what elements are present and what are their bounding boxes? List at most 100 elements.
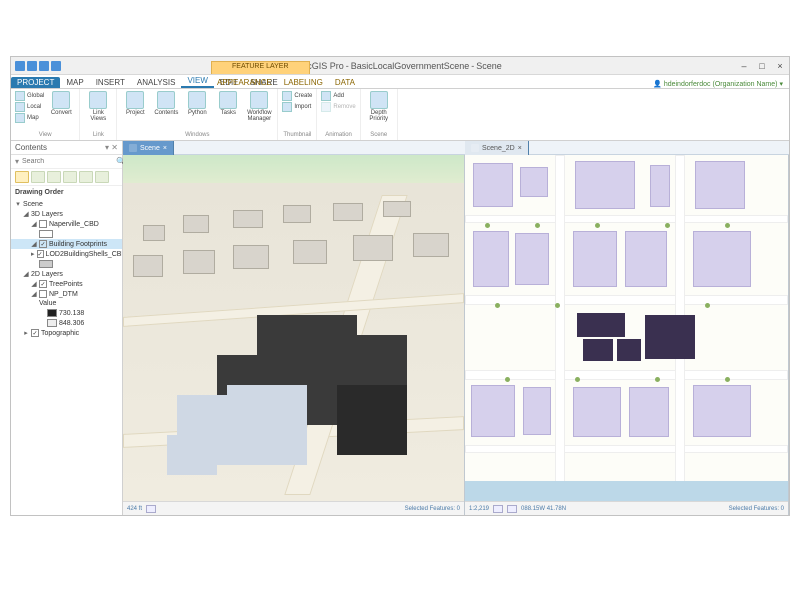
tab-map[interactable]: MAP [60,77,89,88]
qat-undo-icon[interactable] [27,61,37,71]
checkbox-icon [39,290,47,298]
map-icon [15,113,25,123]
cube-icon [15,102,25,112]
toc-lod2[interactable]: ▸✓LOD2BuildingShells_CBD [11,249,122,259]
tab-insert[interactable]: INSERT [90,77,131,88]
toc-toolbar [11,169,122,186]
tasks-button[interactable]: Tasks [214,91,242,116]
toc-naperville[interactable]: ◢Naperville_CBD [11,219,122,229]
map-view[interactable]: 1:2,219 088.15W 41.78N Selected Features… [465,155,789,515]
contents-header: Contents ▾ ✕ [11,141,122,155]
convert-button[interactable]: Convert [47,91,75,116]
checkbox-icon: ✓ [39,240,47,248]
depth-icon [370,91,388,109]
python-button[interactable]: Python [183,91,211,116]
toc-footprints[interactable]: ◢✓Building Footprints [11,239,122,249]
close-icon[interactable]: × [518,145,522,152]
global-button[interactable]: Global [15,91,44,101]
views-area: Scene × Scene_2D × [123,141,789,515]
nav-icon[interactable] [146,505,156,513]
import-icon [282,102,292,112]
scene-view[interactable]: 424 ft Selected Features: 0 [123,155,465,515]
list-source-button[interactable] [31,171,45,183]
list-labeling-button[interactable] [95,171,109,183]
list-drawing-order-button[interactable] [15,171,29,183]
python-icon [188,91,206,109]
scene-statusbar: 424 ft Selected Features: 0 [123,501,464,515]
contents-search-row: ▾ 🔍 [11,155,122,169]
toc-treepoints[interactable]: ◢✓TreePoints [11,279,122,289]
toc-dtm[interactable]: ◢NP_DTM [11,289,122,299]
map-statusbar: 1:2,219 088.15W 41.78N Selected Features… [465,501,788,515]
scale-3d[interactable]: 424 ft [127,506,142,512]
link-views-button[interactable]: Link Views [84,91,112,122]
create-thumbnail-button[interactable]: Create [282,91,312,101]
tab-appearance[interactable]: APPEARANCE [211,77,278,88]
workflow-button[interactable]: Workflow Manager [245,91,273,122]
scale-2d[interactable]: 1:2,219 [469,506,489,512]
view-tabstrip: Scene × Scene_2D × [123,141,789,155]
list-snapping-button[interactable] [79,171,93,183]
checkbox-icon [39,220,47,228]
toc-scene[interactable]: ▾Scene [11,199,122,209]
checkbox-icon: ✓ [39,280,47,288]
anim-remove-button[interactable]: Remove [321,102,355,112]
remove-icon [321,102,331,112]
list-editing-button[interactable] [63,171,77,183]
list-selection-button[interactable] [47,171,61,183]
contents-pane: Contents ▾ ✕ ▾ 🔍 Drawing Order ▾Scene ◢3… [11,141,123,515]
view-tab-scene2d[interactable]: Scene_2D × [465,141,529,155]
selected-features-3d: Selected Features: 0 [405,506,460,512]
minimize-button[interactable]: – [735,59,753,73]
qat-save-icon[interactable] [15,61,25,71]
anim-add-button[interactable]: Add [321,91,355,101]
toc-naperville-symbol[interactable] [11,229,122,239]
scene-canvas[interactable] [123,155,464,501]
toc-2d-layers[interactable]: ◢2D Layers [11,269,122,279]
close-button[interactable]: × [771,59,789,73]
app-window: ArcGIS Pro - BasicLocalGovernmentScene -… [10,56,790,516]
coords-2d: 088.15W 41.78N [521,506,566,512]
tab-view[interactable]: VIEW [181,75,213,88]
project-pane-button[interactable]: Project [121,91,149,116]
tab-data[interactable]: DATA [329,77,361,88]
titlebar: ArcGIS Pro - BasicLocalGovernmentScene -… [11,57,789,75]
contents-pane-button[interactable]: Contents [152,91,180,116]
filter-icon[interactable]: ▾ [15,157,19,166]
person-icon: 👤 [653,80,662,88]
tab-labeling[interactable]: LABELING [278,77,329,88]
project-name: BasicLocalGovernmentScene [351,61,470,71]
toc-topographic[interactable]: ▸✓Topographic [11,328,122,338]
maximize-button[interactable]: □ [753,59,771,73]
depth-priority-button[interactable]: Depth Priority [365,91,393,122]
pane-header-buttons[interactable]: ▾ ✕ [105,143,118,152]
map-button[interactable]: Map [15,113,44,123]
ribbon-tabs: PROJECT MAP INSERT ANALYSIS VIEW EDIT SH… [11,75,789,89]
views-body: 424 ft Selected Features: 0 [123,155,789,515]
local-button[interactable]: Local [15,102,44,112]
toc-dtm-value: Value [11,299,122,308]
convert-icon [52,91,70,109]
map-icon [471,144,479,152]
scene-icon [129,144,137,152]
contents-search-input[interactable] [22,158,113,165]
map-canvas[interactable] [465,155,788,501]
constraint-icon[interactable] [493,505,503,513]
qat-more-icon[interactable] [51,61,61,71]
view-tab-scene[interactable]: Scene × [123,141,174,155]
active-view-name: Scene [476,61,502,71]
checkbox-icon: ✓ [31,329,39,337]
snap-icon[interactable] [507,505,517,513]
import-thumbnail-button[interactable]: Import [282,102,312,112]
tab-analysis[interactable]: ANALYSIS [131,77,182,88]
drawing-order-title: Drawing Order [11,186,122,199]
qat-redo-icon[interactable] [39,61,49,71]
user-signin[interactable]: 👤 hdeindorferdoc (Organization Name) ▾ [653,80,783,88]
add-icon [321,91,331,101]
toc-dtm-min: 730.138 [11,308,122,318]
close-icon[interactable]: × [163,145,167,152]
tab-project[interactable]: PROJECT [11,77,60,88]
toc-lod2-symbol[interactable] [11,259,122,269]
hero-building [157,315,417,485]
toc-3d-layers[interactable]: ◢3D Layers [11,209,122,219]
